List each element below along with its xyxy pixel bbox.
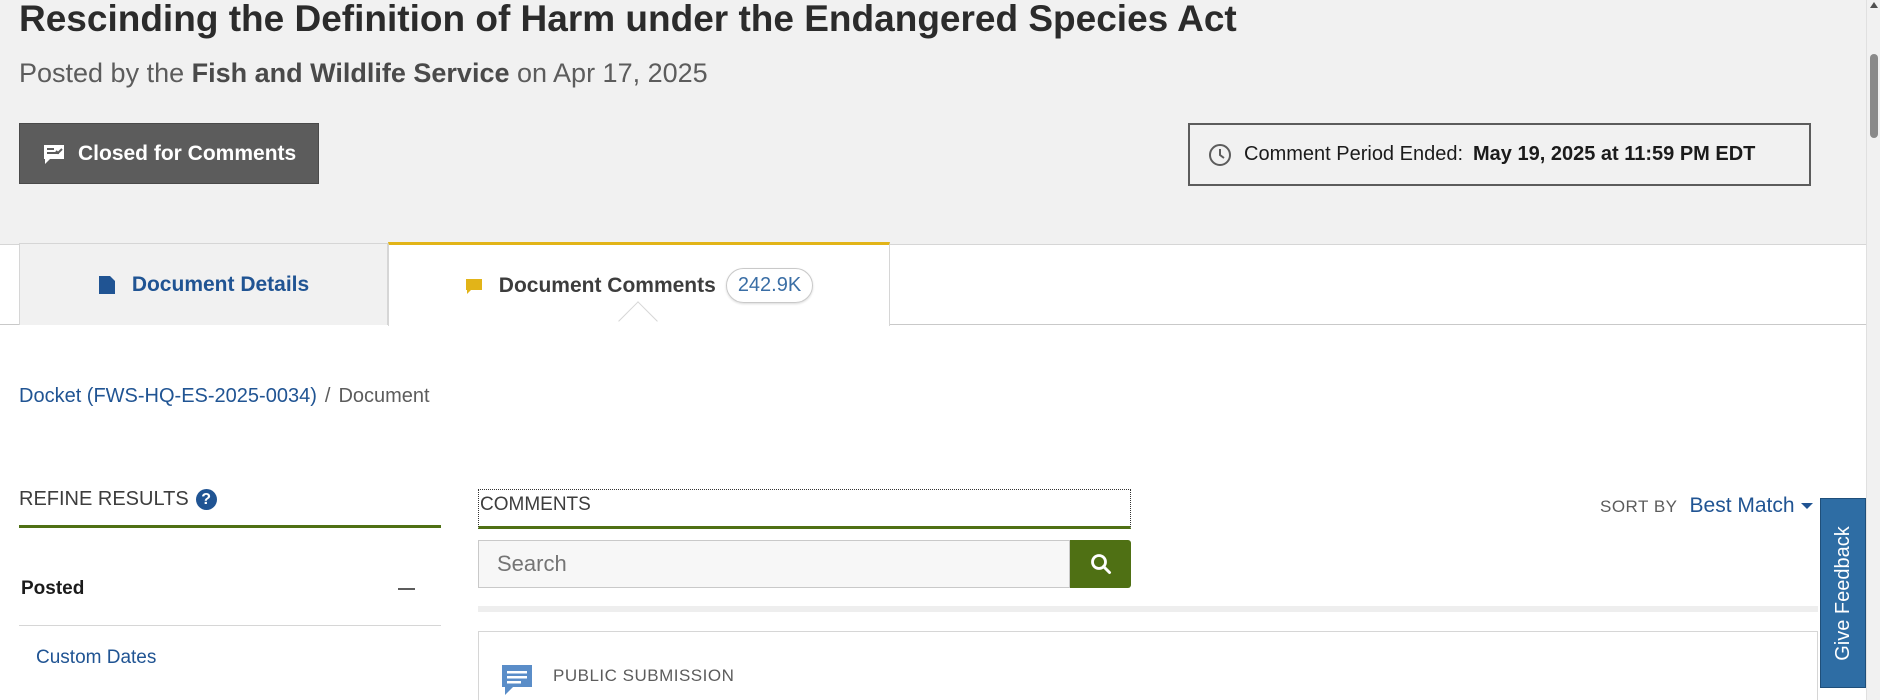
document-tabs: Document Details Document Comments 242.9… [0,242,1866,326]
sort-control[interactable]: SORT BY Best Match [1600,494,1813,518]
tab-document-details[interactable]: Document Details [19,243,388,325]
breadcrumb-separator: / [324,385,331,407]
search-button[interactable] [1070,540,1131,588]
breadcrumb: Docket (FWS-HQ-ES-2025-0034) / Document [19,385,430,408]
search-input[interactable] [478,540,1070,588]
closed-for-comments-button[interactable]: Closed for Comments [19,123,319,184]
search-icon [1090,554,1111,574]
sort-value: Best Match [1689,494,1795,517]
facet-label: Posted [21,577,85,599]
closed-label: Closed for Comments [78,141,297,165]
comment-search [478,540,1131,588]
submission-icon [502,665,532,695]
scrollbar-thumb[interactable] [1870,54,1878,138]
comment-count-badge: 242.9K [725,268,814,303]
breadcrumb-current: Document [338,385,430,407]
submission-type-label: PUBLIC SUBMISSION [553,666,735,685]
tab-label: Document Details [131,272,310,296]
comment-closed-icon [44,144,64,164]
refine-results-title: REFINE RESULTS [19,488,189,510]
document-header: Rescinding the Definition of Harm under … [0,0,1866,245]
posted-facet-toggle[interactable]: Posted [19,552,441,626]
breadcrumb-docket-link[interactable]: Docket (FWS-HQ-ES-2025-0034) [19,385,317,407]
comment-period-value: May 19, 2025 at 11:59 PM EDT [1473,143,1756,165]
sort-label: SORT BY [1600,497,1678,516]
page-title: Rescinding the Definition of Harm under … [19,0,1237,39]
agency-name: Fish and Wildlife Service [191,58,510,88]
comments-heading: COMMENTS [478,489,1131,529]
scroll-up-icon[interactable] [1870,2,1878,8]
give-feedback-button[interactable]: Give Feedback [1820,498,1866,688]
comment-period-box: Comment Period Ended: May 19, 2025 at 11… [1188,123,1811,186]
document-icon [98,275,115,294]
feedback-label: Give Feedback [1831,525,1854,661]
chevron-down-icon [1800,503,1813,509]
comment-icon [465,278,482,294]
clock-icon [1209,143,1231,166]
posted-by-line: Posted by the Fish and Wildlife Service … [19,58,708,89]
custom-dates-link[interactable]: Custom Dates [36,647,156,669]
help-icon[interactable]: ? [195,489,217,510]
page-scrollbar[interactable] [1866,0,1880,700]
tab-label: Document Comments [498,273,716,297]
comment-result-card[interactable]: PUBLIC SUBMISSION [478,631,1818,700]
refine-results-header: REFINE RESULTS ? [19,488,441,528]
posted-prefix: Posted by the [19,58,185,88]
posted-date: on Apr 17, 2025 [517,58,708,88]
collapse-icon [398,587,415,590]
comment-period-label: Comment Period Ended: [1244,143,1464,165]
results-divider [478,606,1818,612]
